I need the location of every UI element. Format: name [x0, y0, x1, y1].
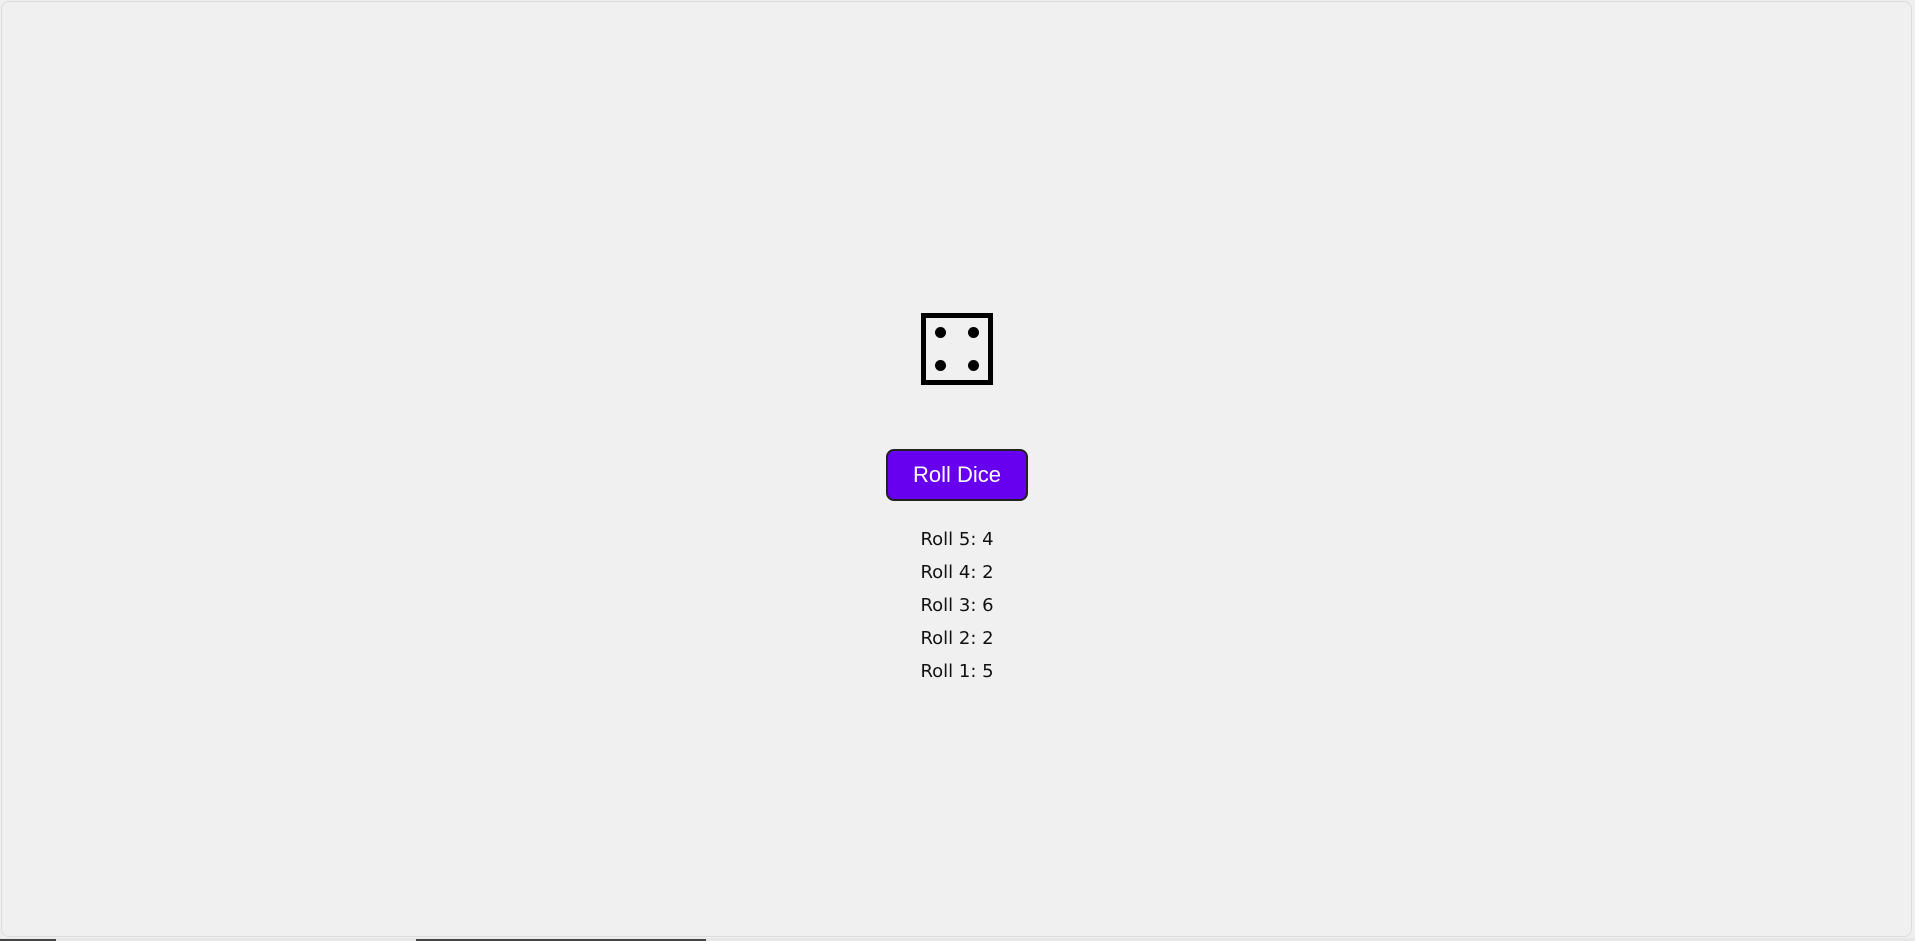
roll-history-list: Roll 5: 4 Roll 4: 2 Roll 3: 6 Roll 2: 2 … [857, 527, 1057, 692]
die-pip [968, 360, 979, 371]
die-pip [968, 327, 979, 338]
roll-history-item: Roll 3: 6 [920, 595, 994, 616]
roll-history-item: Roll 1: 5 [920, 661, 994, 682]
roll-history-item: Roll 2: 2 [920, 628, 994, 649]
roll-history-item: Roll 5: 4 [920, 529, 994, 550]
die-face-4-icon [921, 313, 993, 385]
die-pip [935, 327, 946, 338]
roll-history-item: Roll 4: 2 [920, 562, 994, 583]
die-pip [935, 360, 946, 371]
roll-dice-button[interactable]: Roll Dice [886, 449, 1028, 501]
